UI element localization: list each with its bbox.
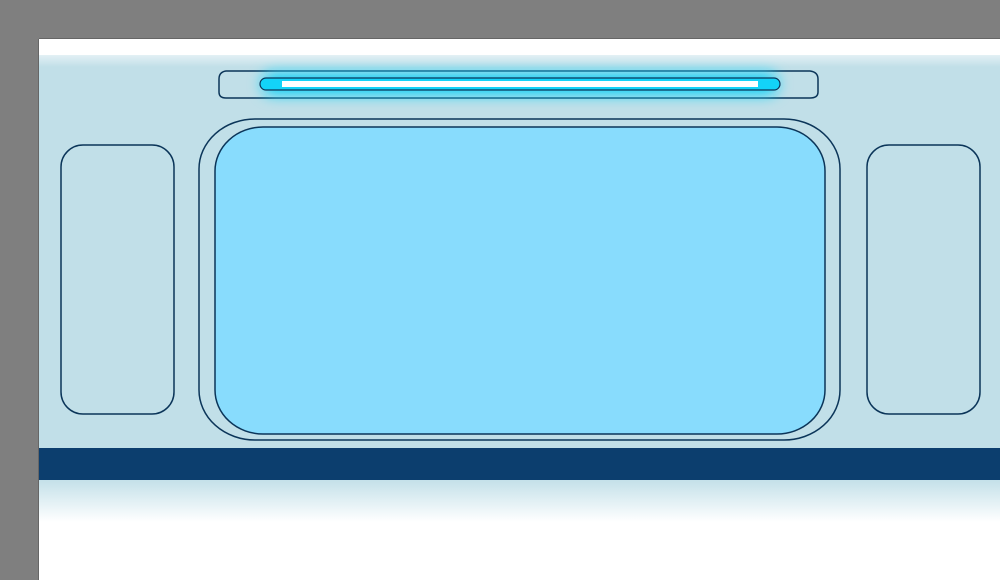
wall-panel-top-fade (39, 45, 1000, 67)
ceiling-light-tube (282, 81, 758, 87)
train-car-window-illustration (0, 0, 1000, 580)
canvas-frame (0, 0, 1000, 580)
wall-panel-bottom-fade (39, 478, 1000, 522)
main-window-glass (214, 126, 826, 435)
floor-stripe (39, 448, 1000, 480)
